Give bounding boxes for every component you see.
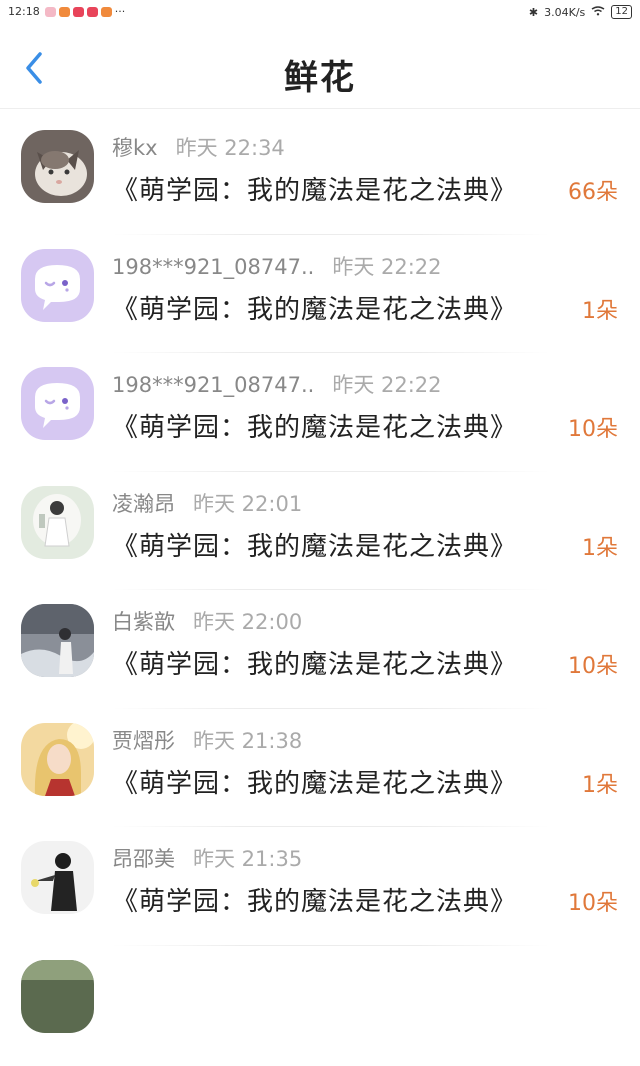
user-name: 白紫歆 [112,610,175,634]
gift-time: 昨天 22:00 [193,610,302,634]
flower-count: 1朵 [582,767,618,799]
chat-bubble-avatar-icon [21,249,94,322]
user-name: 198***921_08747.. [112,373,314,397]
avatar [21,130,94,203]
photo-avatar-icon [21,486,94,559]
cat-avatar-icon [21,130,94,203]
notification-icon [45,7,56,17]
flower-count: 10朵 [568,648,618,680]
photo-avatar-icon [21,960,94,1033]
avatar [21,486,94,559]
user-name: 穆kx [112,136,158,160]
gift-meta: 贾熠彤昨天 21:38 [112,725,302,755]
list-item[interactable]: 198***921_08747.. 昨天 22:22 《萌学园：我的魔法是花之法典… [0,355,640,474]
clock: 12:18 [8,5,40,18]
more-notifications: ··· [115,5,126,18]
list-item[interactable] [0,948,640,1066]
book-title: 《萌学园：我的魔法是花之法典》 [112,170,517,207]
gift-time: 昨天 21:38 [193,729,302,753]
gift-time: 昨天 22:22 [332,373,441,397]
avatar [21,723,94,796]
notification-icon [101,7,112,17]
wifi-icon [591,6,605,19]
photo-avatar-icon [21,604,94,677]
notification-icon [87,7,98,17]
network-speed: 3.04K/s [544,6,585,19]
book-title: 《萌学园：我的魔法是花之法典》 [112,881,517,918]
gift-meta: 198***921_08747.. 昨天 22:22 [112,369,442,399]
flower-count: 1朵 [582,293,618,325]
flower-count: 66朵 [568,174,618,206]
notification-icon [73,7,84,17]
gift-meta: 穆kx 昨天 22:34 [112,132,285,162]
divider [112,708,550,709]
page-title: 鲜花 [0,50,640,99]
flower-count: 10朵 [568,885,618,917]
book-title: 《萌学园：我的魔法是花之法典》 [112,407,517,444]
list-item[interactable]: 昂邵美昨天 21:35 《萌学园：我的魔法是花之法典》 10朵 [0,829,640,948]
avatar [21,604,94,677]
divider [112,826,550,827]
user-name: 昂邵美 [112,847,175,871]
avatar [21,367,94,440]
gift-meta: 凌瀚昂昨天 22:01 [112,488,302,518]
avatar [21,249,94,322]
divider [112,234,550,235]
bluetooth-icon: ✱ [529,6,538,19]
list-item[interactable]: 贾熠彤昨天 21:38 《萌学园：我的魔法是花之法典》 1朵 [0,711,640,830]
gift-time: 昨天 22:34 [176,136,285,160]
status-right: ✱ 3.04K/s 12 [523,5,632,19]
book-title: 《萌学园：我的魔法是花之法典》 [112,289,517,326]
list-item[interactable]: 穆kx 昨天 22:34 《萌学园：我的魔法是花之法典》 66朵 [0,118,640,237]
avatar [21,841,94,914]
flower-count: 1朵 [582,530,618,562]
avatar [21,960,94,1033]
divider [112,589,550,590]
gift-time: 昨天 22:22 [332,255,441,279]
user-name: 凌瀚昂 [112,492,175,516]
battery-level: 12 [611,5,632,19]
header: 鲜花 [0,26,640,109]
gift-meta: 昂邵美昨天 21:35 [112,843,302,873]
photo-avatar-icon [21,841,94,914]
user-name: 198***921_08747.. [112,255,314,279]
gift-time: 昨天 22:01 [193,492,302,516]
divider [112,352,550,353]
book-title: 《萌学园：我的魔法是花之法典》 [112,644,517,681]
flower-count: 10朵 [568,411,618,443]
user-name: 贾熠彤 [112,729,175,753]
book-title: 《萌学园：我的魔法是花之法典》 [112,526,517,563]
status-bar: 12:18 ··· ✱ 3.04K/s 12 [0,0,640,26]
notification-icon [59,7,70,17]
divider [112,945,550,946]
gift-meta: 白紫歆昨天 22:00 [112,606,302,636]
gift-time: 昨天 21:35 [193,847,302,871]
flower-gift-list: 穆kx 昨天 22:34 《萌学园：我的魔法是花之法典》 66朵 198***92… [0,118,640,1066]
status-left: 12:18 ··· [8,5,125,18]
gift-meta: 198***921_08747.. 昨天 22:22 [112,251,442,281]
list-item[interactable]: 凌瀚昂昨天 22:01 《萌学园：我的魔法是花之法典》 1朵 [0,474,640,593]
photo-avatar-icon [21,723,94,796]
chat-bubble-avatar-icon [21,367,94,440]
list-item[interactable]: 198***921_08747.. 昨天 22:22 《萌学园：我的魔法是花之法典… [0,237,640,356]
book-title: 《萌学园：我的魔法是花之法典》 [112,763,517,800]
list-item[interactable]: 白紫歆昨天 22:00 《萌学园：我的魔法是花之法典》 10朵 [0,592,640,711]
divider [112,471,550,472]
